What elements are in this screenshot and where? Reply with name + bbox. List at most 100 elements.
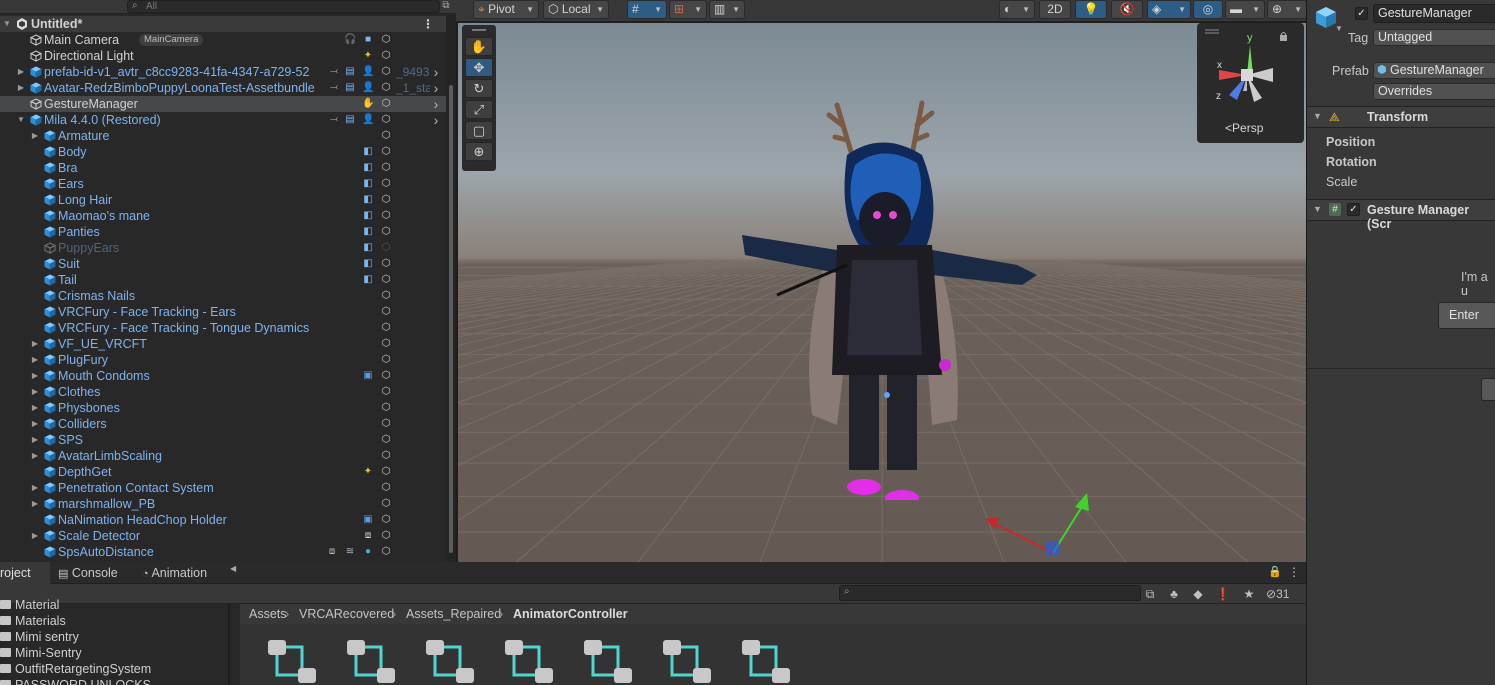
hierarchy-row[interactable]: ▶ Armature ⬡ xyxy=(0,128,446,144)
folder-item[interactable]: Material xyxy=(0,597,59,613)
animator-controller-icon[interactable] xyxy=(505,640,557,685)
hierarchy-row[interactable]: Crismas Nails ⬡ xyxy=(0,288,446,304)
project-search-input[interactable]: ⌕ xyxy=(839,585,1141,601)
drag-handle[interactable] xyxy=(472,29,486,31)
folder-item[interactable]: OutfitRetargetingSystem xyxy=(0,661,151,677)
hierarchy-row[interactable]: VRCFury - Face Tracking - Ears ⬡ xyxy=(0,304,446,320)
move-gizmo[interactable] xyxy=(983,493,1093,562)
expand-arrow-icon[interactable]: ▼ xyxy=(16,112,26,128)
hierarchy-row[interactable]: Body ⬡ ◧ xyxy=(0,144,446,160)
add-component-button[interactable] xyxy=(1481,378,1495,401)
grid-toggle[interactable]: # ▼ xyxy=(627,0,667,19)
hierarchy-row[interactable]: ▶ AvatarLimbScaling ⬡ xyxy=(0,448,446,464)
lighting-toggle[interactable]: 💡 xyxy=(1075,0,1107,19)
icon-dropdown-arrow[interactable]: ▼ xyxy=(1335,24,1343,33)
component-enabled-checkbox[interactable]: ✓ xyxy=(1347,203,1360,216)
collapse-panel-icon[interactable]: ◀ xyxy=(230,564,236,573)
hierarchy-row[interactable]: ▶ VF_UE_VRCFT ⬡ xyxy=(0,336,446,352)
rotation-label[interactable]: Rotation xyxy=(1326,155,1377,169)
hierarchy-row[interactable]: DepthGet ⬡ ✦ xyxy=(0,464,446,480)
hierarchy-row[interactable]: ▶ prefab-id-v1_avtr_c8cc9283-41fa-4347-a7… xyxy=(0,64,446,80)
object-name-field[interactable]: GestureManager xyxy=(1373,4,1495,23)
foldout-arrow-icon[interactable]: ▼ xyxy=(1313,111,1322,121)
collapse-arrow-icon[interactable]: ▶ xyxy=(30,496,40,512)
hierarchy-row[interactable]: ▶ marshmallow_PB ⬡ xyxy=(0,496,446,512)
hierarchy-scrollbar[interactable] xyxy=(446,15,456,562)
pivot-toggle[interactable]: ⌖ Pivot ▼ xyxy=(473,0,539,19)
hierarchy-row[interactable]: ▶ Clothes ⬡ xyxy=(0,384,446,400)
rotate-tool-icon[interactable]: ↻ xyxy=(465,79,493,98)
hand-tool-icon[interactable]: ✋ xyxy=(465,37,493,56)
position-label[interactable]: Position xyxy=(1326,135,1375,149)
hierarchy-row[interactable]: NaNimation HeadChop Holder ⬡ ▣ xyxy=(0,512,446,528)
hierarchy-row[interactable]: ▶ SPS ⬡ xyxy=(0,432,446,448)
hierarchy-row[interactable]: ▶ Physbones ⬡ xyxy=(0,400,446,416)
hierarchy-row[interactable]: ▶ Colliders ⬡ xyxy=(0,416,446,432)
active-checkbox[interactable]: ✓ xyxy=(1355,7,1368,20)
collapse-arrow-icon[interactable]: ▶ xyxy=(30,416,40,432)
collapse-arrow-icon[interactable]: ▶ xyxy=(30,432,40,448)
scale-tool-icon[interactable]: ⤢ xyxy=(465,100,493,119)
hierarchy-row[interactable]: ▼ Mila 4.4.0 (Restored) ⬡ ⤙ ▤ 👤 › xyxy=(0,112,446,128)
gesture-manager-header[interactable]: ▼ # ✓ Gesture Manager (Scr xyxy=(1307,199,1495,231)
open-prefab-arrow-icon[interactable]: › xyxy=(430,97,442,111)
folder-item[interactable]: Mimi-Sentry xyxy=(0,645,82,661)
hierarchy-row[interactable]: Tail ⬡ ◧ xyxy=(0,272,446,288)
overrides-dropdown[interactable]: Overrides xyxy=(1373,83,1495,100)
avatar-model[interactable] xyxy=(737,95,1077,500)
rect-tool-icon[interactable]: ▢ xyxy=(465,121,493,140)
hierarchy-row[interactable]: SpsAutoDistance ⬡ ⧈ ≋ ● xyxy=(0,544,446,560)
hierarchy-row[interactable]: ▶ Avatar-RedzBimboPuppyLoonaTest-Assetbun… xyxy=(0,80,446,96)
scene-search-icon[interactable]: ⧉ xyxy=(440,0,452,12)
hierarchy-row[interactable]: ▶ PlugFury ⬡ xyxy=(0,352,446,368)
transform-header[interactable]: ▼ ⟁ Transform xyxy=(1307,106,1495,128)
collapse-arrow-icon[interactable]: ▶ xyxy=(30,528,40,544)
tab-project[interactable]: roject xyxy=(0,562,50,584)
increment-snap[interactable]: ▥ ▼ xyxy=(709,0,745,19)
collapse-arrow-icon[interactable]: ▶ xyxy=(30,352,40,368)
breadcrumb-item[interactable]: VRCARecovered xyxy=(299,604,394,624)
scene-menu-icon[interactable]: ⋮ xyxy=(422,16,434,32)
hierarchy-row[interactable]: VRCFury - Face Tracking - Tongue Dynamic… xyxy=(0,320,446,336)
folder-item[interactable]: Mimi sentry xyxy=(0,629,79,645)
hierarchy-row[interactable]: Main Camera MainCamera ⬡ 🎧 ■ xyxy=(0,32,446,48)
animator-controller-icon[interactable] xyxy=(663,640,715,685)
orientation-gizmo[interactable]: y x z <Persp xyxy=(1197,23,1304,143)
expand-arrow-icon[interactable]: ▼ xyxy=(2,16,12,32)
panel-menu-icon[interactable]: ⋮ xyxy=(1288,565,1300,579)
collapse-arrow-icon[interactable]: ▶ xyxy=(16,64,26,80)
folder-item[interactable]: PASSWORD UNLOCKS xyxy=(0,677,151,685)
hierarchy-row[interactable]: GestureManager ⬡ ✋ › xyxy=(0,96,446,112)
enter-button[interactable]: Enter xyxy=(1438,302,1495,329)
tag-dropdown[interactable]: Untagged xyxy=(1373,29,1495,46)
open-prefab-arrow-icon[interactable]: › xyxy=(430,113,442,127)
open-prefab-arrow-icon[interactable]: › xyxy=(430,81,442,95)
animator-controller-icon[interactable] xyxy=(347,640,399,685)
collapse-arrow-icon[interactable]: ▶ xyxy=(30,336,40,352)
hierarchy-row[interactable]: ▶ Mouth Condoms ⬡ ▣ xyxy=(0,368,446,384)
hierarchy-row[interactable]: Panties ⬡ ◧ xyxy=(0,224,446,240)
hierarchy-row[interactable]: Suit ⬡ ◧ xyxy=(0,256,446,272)
favorite-star-icon[interactable]: ★ xyxy=(1241,586,1257,602)
hidden-packages-toggle[interactable]: ⊘31 xyxy=(1266,586,1306,602)
log-types-icon[interactable]: ❗ xyxy=(1215,586,1231,602)
collapse-arrow-icon[interactable]: ▶ xyxy=(30,448,40,464)
collapse-arrow-icon[interactable]: ▶ xyxy=(30,480,40,496)
folder-item[interactable]: Materials xyxy=(0,613,66,629)
breadcrumb-item[interactable]: Assets_Repaired xyxy=(406,604,501,624)
animator-controller-icon[interactable] xyxy=(268,640,320,685)
hierarchy-row[interactable]: ▶ Scale Detector ⬡ ⧈ xyxy=(0,528,446,544)
local-toggle[interactable]: ⬡ Local ▼ xyxy=(543,0,609,19)
tab-console[interactable]: ▤ Console xyxy=(52,562,134,584)
visibility-toggle[interactable]: ◎ xyxy=(1193,0,1223,19)
hierarchy-row[interactable]: Maomao's mane ⬡ ◧ xyxy=(0,208,446,224)
animator-controller-icon[interactable] xyxy=(584,640,636,685)
tab-animation[interactable]: ◔ Animation xyxy=(136,562,226,584)
scrollbar-thumb[interactable] xyxy=(449,85,453,553)
search-by-type-icon[interactable]: ⧉ xyxy=(1142,586,1158,602)
hierarchy-search-input[interactable]: ⌕ All xyxy=(127,0,440,13)
gizmos-toggle[interactable]: ⊕ ▼ xyxy=(1267,0,1306,19)
lock-icon[interactable]: 🔒 xyxy=(1268,565,1282,578)
draw-mode[interactable]: ◐ ▼ xyxy=(999,0,1035,19)
hierarchy-row[interactable]: ▶ Penetration Contact System ⬡ xyxy=(0,480,446,496)
